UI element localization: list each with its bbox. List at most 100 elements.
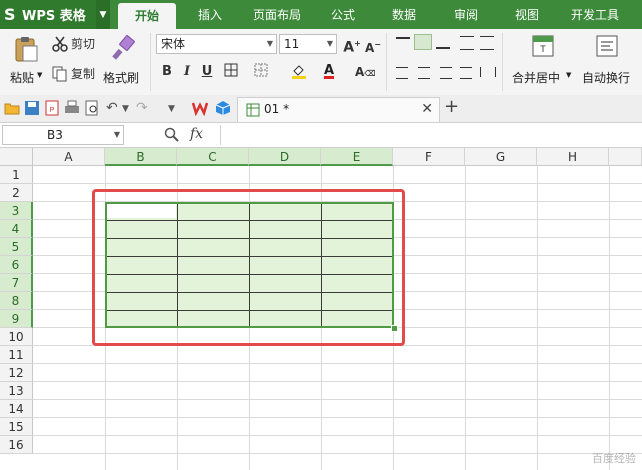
row-header-2[interactable]: 2: [0, 184, 33, 202]
row-header-10[interactable]: 10: [0, 328, 33, 346]
new-tab-icon[interactable]: +: [444, 96, 459, 117]
row-header-16[interactable]: 16: [0, 436, 33, 454]
redo-icon[interactable]: ↷: [136, 100, 152, 116]
align-left-icon[interactable]: [396, 67, 408, 79]
column-header-f[interactable]: F: [393, 148, 465, 166]
merge-center-button[interactable]: T 合并居中 ▼: [510, 33, 576, 91]
row-header-14[interactable]: 14: [0, 400, 33, 418]
clear-format-icon[interactable]: A⌫: [355, 63, 376, 81]
fill-color-icon[interactable]: [290, 63, 308, 81]
merge-center-label: 合并居中: [512, 71, 561, 85]
spreadsheet-grid[interactable]: A B C D E F G H 1 2 3 4 5 6 7 8 9 10 11 …: [0, 148, 642, 470]
document-tab[interactable]: 01 * ✕: [237, 97, 440, 122]
tab-review[interactable]: 审阅: [443, 0, 489, 29]
select-all-corner[interactable]: [0, 148, 33, 166]
distribute-icon[interactable]: [480, 67, 496, 77]
copy-label: 复制: [71, 67, 96, 81]
row-header-9[interactable]: 9: [0, 310, 33, 328]
row-header-11[interactable]: 11: [0, 346, 33, 364]
tab-formulas[interactable]: 公式: [320, 0, 366, 29]
row-header-6[interactable]: 6: [0, 256, 33, 274]
column-header-e[interactable]: E: [321, 148, 393, 166]
column-header-next[interactable]: [609, 148, 642, 166]
name-box-value: B3: [47, 128, 63, 142]
column-header-g[interactable]: G: [465, 148, 537, 166]
align-middle-icon[interactable]: [414, 34, 432, 50]
font-size-select[interactable]: 11 ▼: [279, 34, 337, 54]
quick-access-toolbar: P ↶ ▼ ↷ ▼ 01 * ✕ +: [0, 95, 642, 123]
app-menu-dropdown-icon[interactable]: ▼: [96, 0, 110, 29]
svg-text:P: P: [50, 107, 55, 114]
column-header-b[interactable]: B: [105, 148, 177, 166]
font-color-icon[interactable]: A: [320, 62, 338, 80]
merge-center-dropdown-icon: ▼: [566, 71, 572, 79]
paste-icon: [15, 37, 38, 62]
cube-icon[interactable]: [215, 100, 231, 116]
row-header-12[interactable]: 12: [0, 364, 33, 382]
customize-toolbar-icon[interactable]: ▼: [168, 104, 184, 120]
save-icon[interactable]: [24, 100, 40, 116]
row-header-5[interactable]: 5: [0, 238, 33, 256]
decrease-font-size-icon[interactable]: A−: [364, 36, 382, 55]
merge-cells-icon: T: [532, 35, 554, 57]
row-header-13[interactable]: 13: [0, 382, 33, 400]
formula-bar-separator: [220, 125, 221, 145]
print-preview-icon[interactable]: [84, 100, 100, 116]
align-center-icon[interactable]: [418, 67, 430, 79]
indent-increase-icon[interactable]: [480, 36, 494, 50]
row-header-8[interactable]: 8: [0, 292, 33, 310]
wrap-text-button[interactable]: 自动换行: [580, 33, 640, 91]
tab-data[interactable]: 数据: [381, 0, 427, 29]
row-header-15[interactable]: 15: [0, 418, 33, 436]
increase-font-size-icon[interactable]: A+: [343, 35, 361, 56]
insert-function-button[interactable]: fx: [190, 126, 203, 142]
underline-icon[interactable]: U: [198, 63, 216, 81]
wps-w-icon[interactable]: [192, 100, 208, 116]
scissors-icon: [52, 36, 68, 52]
close-tab-icon[interactable]: ✕: [421, 101, 433, 117]
name-box[interactable]: B3 ▼: [2, 125, 124, 145]
open-folder-icon[interactable]: [4, 100, 20, 116]
column-header-h[interactable]: H: [537, 148, 609, 166]
print-icon[interactable]: [64, 100, 80, 116]
column-header-a[interactable]: A: [33, 148, 105, 166]
cut-button[interactable]: 剪切: [52, 35, 95, 52]
highlight-annotation-box: [92, 189, 405, 346]
tab-view[interactable]: 视图: [504, 0, 550, 29]
export-pdf-icon[interactable]: P: [44, 100, 60, 116]
indent-decrease-icon[interactable]: [460, 36, 474, 50]
row-header-7[interactable]: 7: [0, 274, 33, 292]
paste-button[interactable]: 粘贴 ▼: [6, 33, 46, 91]
justify-icon[interactable]: [460, 67, 472, 79]
copy-button[interactable]: 复制: [52, 65, 95, 82]
italic-icon[interactable]: I: [178, 63, 196, 81]
tab-insert[interactable]: 插入: [186, 0, 234, 29]
ribbon-separator: [386, 33, 387, 91]
document-tab-label: 01 *: [264, 102, 290, 116]
title-bar: S WPS 表格 ▼ 开始 插入 页面布局 公式 数据 审阅 视图 开发工具: [0, 0, 642, 29]
tab-home[interactable]: 开始: [118, 3, 176, 29]
format-painter-button[interactable]: 格式刷: [102, 33, 144, 91]
format-painter-icon: [112, 35, 135, 60]
svg-text:T: T: [540, 44, 546, 54]
align-top-icon[interactable]: [396, 37, 410, 49]
undo-icon[interactable]: ↶: [106, 100, 122, 116]
borders-icon[interactable]: [222, 63, 240, 81]
font-name-value: 宋体: [161, 37, 186, 51]
row-header-1[interactable]: 1: [0, 166, 33, 184]
app-menu-button[interactable]: S WPS 表格: [0, 0, 96, 29]
zoom-search-icon[interactable]: [164, 127, 180, 143]
row-header-3[interactable]: 3: [0, 202, 33, 220]
column-header-c[interactable]: C: [177, 148, 249, 166]
tab-developer[interactable]: 开发工具: [563, 0, 627, 29]
row-header-4[interactable]: 4: [0, 220, 33, 238]
tab-page-layout[interactable]: 页面布局: [245, 0, 309, 29]
formula-input[interactable]: [224, 125, 638, 145]
font-name-select[interactable]: 宋体 ▼: [156, 34, 277, 54]
align-right-icon[interactable]: [440, 67, 452, 79]
column-header-d[interactable]: D: [249, 148, 321, 166]
bold-icon[interactable]: B: [158, 63, 176, 81]
ribbon: 粘贴 ▼ 剪切 复制 格式刷 宋体 ▼ 11 ▼ A+ A− B I U A A…: [0, 29, 642, 96]
align-bottom-icon[interactable]: [436, 37, 450, 49]
cell-style-icon[interactable]: [252, 63, 270, 81]
